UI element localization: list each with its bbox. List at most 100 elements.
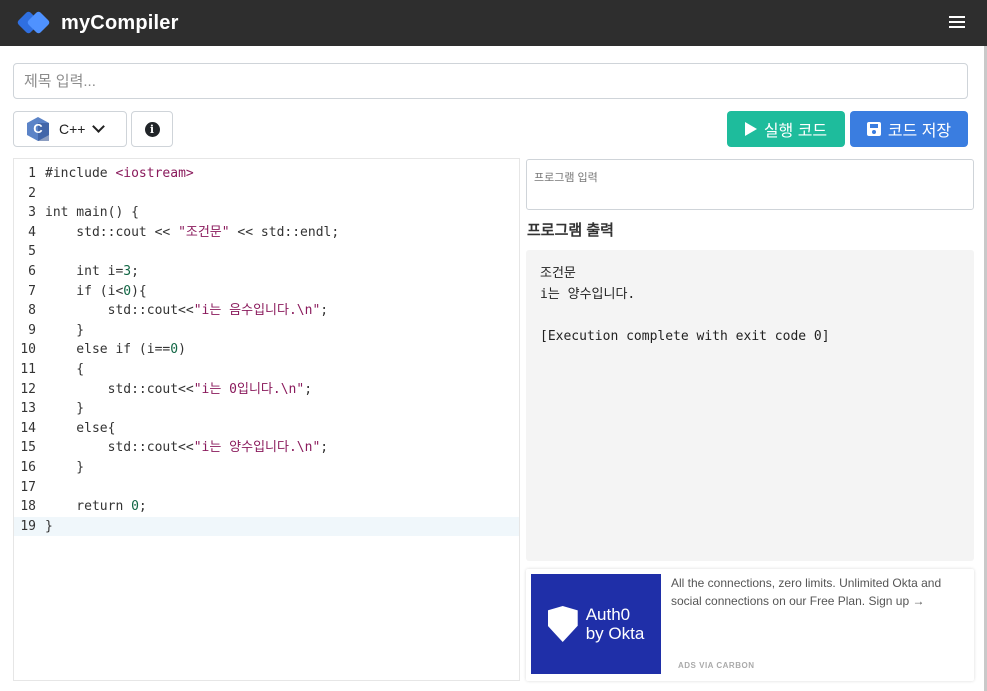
hamburger-menu-icon[interactable] <box>947 13 969 31</box>
code-line[interactable]: 3 int main() { <box>14 203 519 223</box>
code-token: "i는 0입니다.\n" <box>193 381 305 397</box>
brand-name: myCompiler <box>61 11 179 34</box>
line-number: 4 <box>28 224 36 240</box>
code-line[interactable]: 14 else{ <box>14 419 519 439</box>
language-select-button[interactable]: C C++ <box>13 111 127 147</box>
code-text: } <box>45 321 84 341</box>
code-token: 0 <box>131 499 139 515</box>
code-token: "i는 양수입니다.\n" <box>193 440 321 456</box>
save-icon <box>866 122 881 136</box>
code-line[interactable]: 15 std::cout<<"i는 양수입니다.\n"; <box>14 438 519 458</box>
code-token: else{ <box>45 420 116 436</box>
line-number: 18 <box>20 499 36 515</box>
code-line[interactable]: 11 { <box>14 360 519 380</box>
code-token: } <box>45 518 53 534</box>
language-label: C++ <box>59 121 86 137</box>
code-text: else{ <box>45 419 115 439</box>
code-token: } <box>45 401 85 417</box>
line-number: 7 <box>28 283 36 299</box>
code-line[interactable]: 13 } <box>14 399 519 419</box>
play-icon <box>744 122 757 136</box>
code-token: #include <box>45 166 116 181</box>
code-token: "조건문" <box>178 224 230 240</box>
code-text: std::cout << "조건문" << std::endl; <box>45 223 339 243</box>
code-token: ; <box>304 381 313 397</box>
output-line: [Execution complete with exit code 0] <box>540 329 830 344</box>
output-line: 조건문 <box>540 266 576 281</box>
output-line: i는 양수입니다. <box>540 287 636 302</box>
carbon-ad: Auth0 by Okta All the connections, zero … <box>526 569 974 681</box>
code-text: if (i<0){ <box>45 282 147 302</box>
line-number: 14 <box>20 420 36 436</box>
brand-link[interactable]: myCompiler <box>16 9 179 37</box>
code-token: <iostream> <box>115 166 194 181</box>
code-token: ){ <box>131 283 147 299</box>
code-token: 0 <box>170 342 179 358</box>
code-token: << std::endl; <box>229 224 340 240</box>
line-number: 5 <box>28 244 36 260</box>
code-line[interactable]: 8 std::cout<<"i는 음수입니다.\n"; <box>14 301 519 321</box>
program-output-title: 프로그램 출력 <box>527 222 614 239</box>
ad-image[interactable]: Auth0 by Okta <box>531 574 661 674</box>
code-token: ) <box>178 342 186 358</box>
code-text: { <box>45 360 84 380</box>
line-number: 8 <box>28 303 36 319</box>
program-output: 조건문 i는 양수입니다. [Execution complete with exi… <box>526 250 974 561</box>
code-line[interactable]: 1 #include <iostream> <box>14 164 519 184</box>
code-text: int i=3; <box>45 262 139 282</box>
code-token: std::cout<< <box>45 381 194 397</box>
save-code-button[interactable]: 코드 저장 <box>850 111 968 147</box>
info-button[interactable]: i <box>131 111 173 147</box>
code-line[interactable]: 6 int i=3; <box>14 262 519 282</box>
code-line[interactable]: 16 } <box>14 458 519 478</box>
code-token: { <box>45 362 85 377</box>
code-line[interactable]: 10 else if (i==0) <box>14 340 519 360</box>
line-number: 16 <box>20 460 36 475</box>
run-code-label: 실행 코드 <box>763 123 828 140</box>
line-number: 11 <box>20 362 36 377</box>
ad-brand-line1: Auth0 <box>585 605 631 624</box>
mycompiler-logo-icon <box>16 10 51 35</box>
top-navbar: myCompiler <box>0 0 987 46</box>
code-editor[interactable]: 1 #include <iostream> 2 3 int main() {4 std:… <box>13 158 520 681</box>
code-text: std::cout<<"i는 음수입니다.\n"; <box>45 301 328 321</box>
code-token: else if (i== <box>45 342 171 358</box>
code-line[interactable]: 12 std::cout<<"i는 0입니다.\n"; <box>14 380 519 400</box>
code-line[interactable]: 4 std::cout << "조건문" << std::endl; <box>14 223 519 243</box>
code-token: } <box>45 460 85 475</box>
line-number: 10 <box>20 342 36 358</box>
code-token: "i는 음수입니다.\n" <box>193 303 321 319</box>
code-token: ; <box>138 499 147 515</box>
code-token: if (i< <box>45 283 124 299</box>
line-number: 3 <box>28 205 36 221</box>
ads-via-carbon-link[interactable]: ADS VIA CARBON <box>678 661 754 670</box>
ad-text-link[interactable]: All the connections, zero limits. Unlimi… <box>671 574 956 610</box>
line-number: 15 <box>20 440 36 456</box>
code-text: #include <iostream> <box>45 164 194 184</box>
info-icon: i <box>144 121 160 137</box>
chevron-down-icon <box>92 120 106 133</box>
code-line[interactable]: 17 <box>14 478 519 498</box>
code-text: else if (i==0) <box>45 340 186 360</box>
code-line[interactable]: 19} <box>14 516 519 537</box>
code-text: } <box>45 399 84 419</box>
code-line[interactable]: 7 if (i<0){ <box>14 282 519 302</box>
program-input[interactable] <box>526 159 974 210</box>
code-text: std::cout<<"i는 0입니다.\n"; <box>45 380 312 400</box>
code-text: } <box>45 517 53 537</box>
code-token: int i= <box>45 264 124 279</box>
code-text: return 0; <box>45 497 147 517</box>
run-code-button[interactable]: 실행 코드 <box>727 111 845 147</box>
line-number: 17 <box>20 479 36 495</box>
line-number: 6 <box>28 264 36 279</box>
title-input[interactable] <box>13 63 968 99</box>
code-line[interactable]: 9 } <box>14 321 519 341</box>
code-token: std::cout << <box>45 224 179 240</box>
code-line[interactable]: 18 return 0; <box>14 497 519 517</box>
code-line[interactable]: 2 <box>14 184 519 204</box>
code-text: } <box>45 458 84 478</box>
code-line[interactable]: 5 <box>14 242 519 262</box>
code-text: std::cout<<"i는 양수입니다.\n"; <box>45 438 328 458</box>
line-number: 12 <box>20 381 36 397</box>
